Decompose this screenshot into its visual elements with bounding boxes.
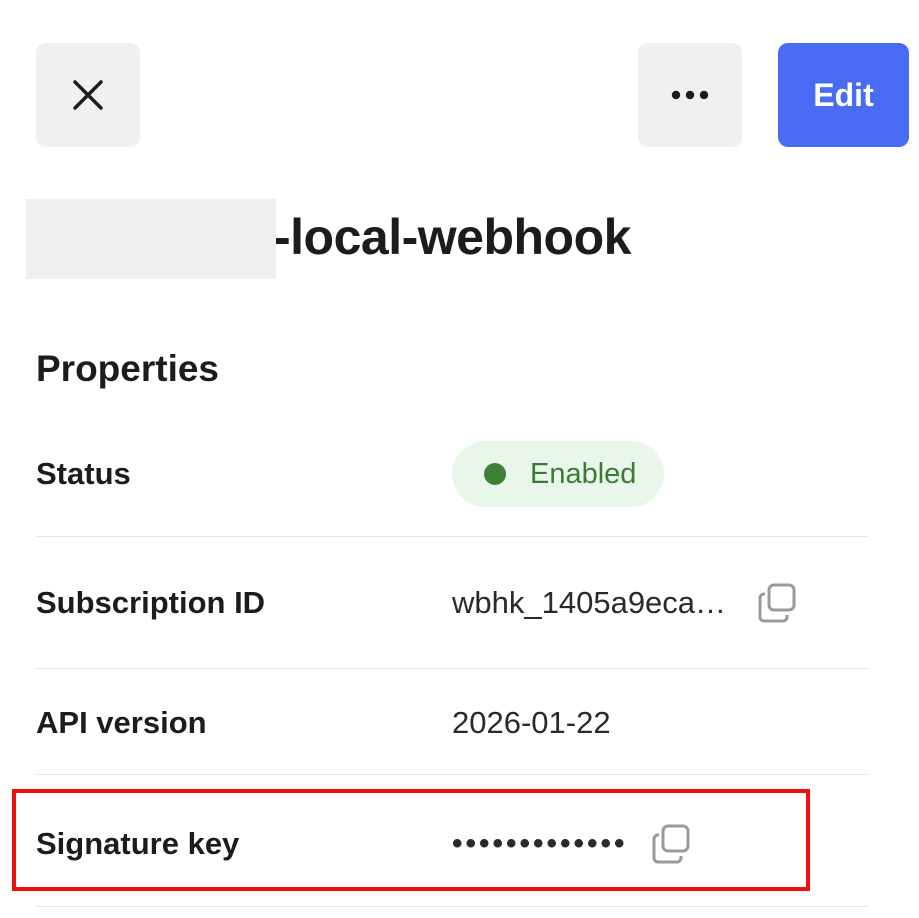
divider [36,536,868,537]
property-value: Enabled [452,441,665,507]
more-horizontal-icon [671,90,709,100]
webhook-detail-panel: Edit -local-webhook Properties Status En… [0,0,919,918]
copy-icon[interactable] [650,822,694,866]
property-row-signature-key: Signature key ••••••••••••• [36,812,868,876]
redacted-title-prefix [26,199,276,279]
property-label: API version [36,705,207,740]
property-label: Status [36,456,131,491]
page-title-text: -local-webhook [274,209,631,265]
close-icon [73,80,103,110]
property-row-api-version: API version 2026-01-22 [36,691,868,755]
property-label: Signature key [36,826,240,861]
divider [36,774,868,775]
more-options-button[interactable] [638,43,742,147]
property-value: 2026-01-22 [452,705,611,740]
property-label: Subscription ID [36,585,266,620]
status-badge-label: Enabled [530,457,637,490]
status-dot-icon [484,463,506,485]
signature-key-masked-value: ••••••••••••• [452,827,628,860]
divider [36,668,868,669]
property-value: wbhk_1405a9eca… [452,581,800,625]
status-badge: Enabled [452,441,665,507]
copy-icon[interactable] [756,581,800,625]
property-row-subscription-id: Subscription ID wbhk_1405a9eca… [36,571,868,635]
properties-heading: Properties [36,348,220,389]
close-button[interactable] [36,43,140,147]
property-value: ••••••••••••• [452,822,694,866]
subscription-id-value: wbhk_1405a9eca… [452,585,727,620]
divider [36,906,868,907]
property-row-status: Status Enabled [36,441,868,507]
edit-button[interactable]: Edit [778,43,909,147]
